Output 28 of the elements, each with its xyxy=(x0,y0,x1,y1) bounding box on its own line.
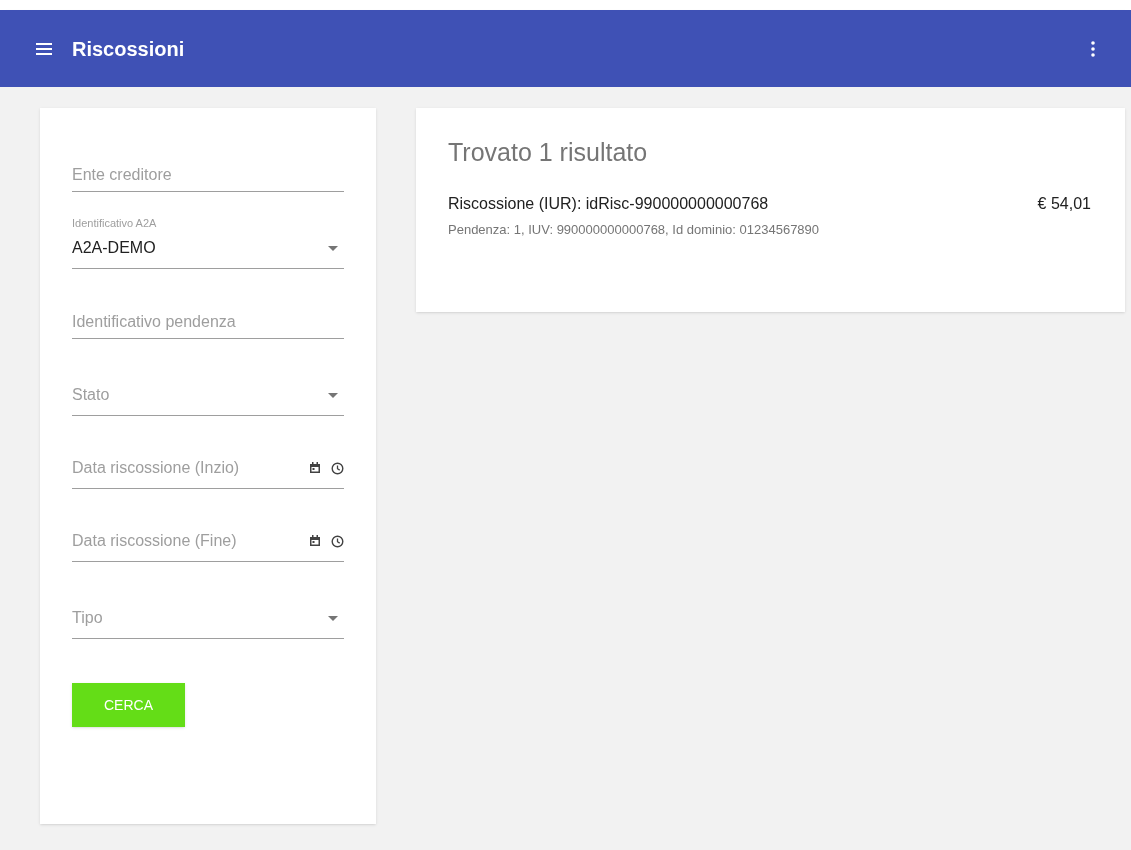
field-placeholder: Tipo xyxy=(72,608,103,628)
field-placeholder: Data riscossione (Inzio) xyxy=(72,458,240,478)
more-options-icon[interactable] xyxy=(1091,40,1095,57)
menu-icon[interactable] xyxy=(36,42,52,55)
select-field[interactable]: Tipo xyxy=(72,582,344,639)
calendar-icon[interactable] xyxy=(309,535,321,547)
result-details: Pendenza: 1, IUV: 990000000000768, Id dominio: 01234567890 xyxy=(448,220,821,239)
text-field[interactable]: Identificativo pendenza xyxy=(72,305,344,339)
field-label: Identificativo A2A xyxy=(72,216,158,230)
clock-icon[interactable] xyxy=(331,534,344,548)
dropdown-caret-icon xyxy=(328,392,338,398)
results-heading: Trovato 1 risultato xyxy=(448,137,649,168)
result-amount: € 54,01 xyxy=(1037,193,1092,214)
text-field[interactable]: Ente creditore xyxy=(72,158,344,192)
select-field[interactable]: Identificativo A2A A2A-DEMO xyxy=(72,212,344,269)
dropdown-caret-icon xyxy=(328,245,338,251)
field-placeholder: Data riscossione (Fine) xyxy=(72,531,237,551)
calendar-icon[interactable] xyxy=(309,462,321,474)
dropdown-caret-icon xyxy=(328,615,338,621)
field-placeholder: Stato xyxy=(72,385,110,405)
clock-icon[interactable] xyxy=(331,461,344,475)
date-time-field[interactable]: Data riscossione (Inzio) xyxy=(72,436,344,489)
app-title: Riscossioni xyxy=(72,36,185,62)
date-time-field[interactable]: Data riscossione (Fine) xyxy=(72,509,344,562)
search-button[interactable]: CERCA xyxy=(72,683,185,727)
result-title[interactable]: Riscossione (IUR): idRisc-990000000000768 xyxy=(448,191,868,216)
field-value: A2A-DEMO xyxy=(72,238,156,258)
select-field[interactable]: Stato xyxy=(72,359,344,416)
